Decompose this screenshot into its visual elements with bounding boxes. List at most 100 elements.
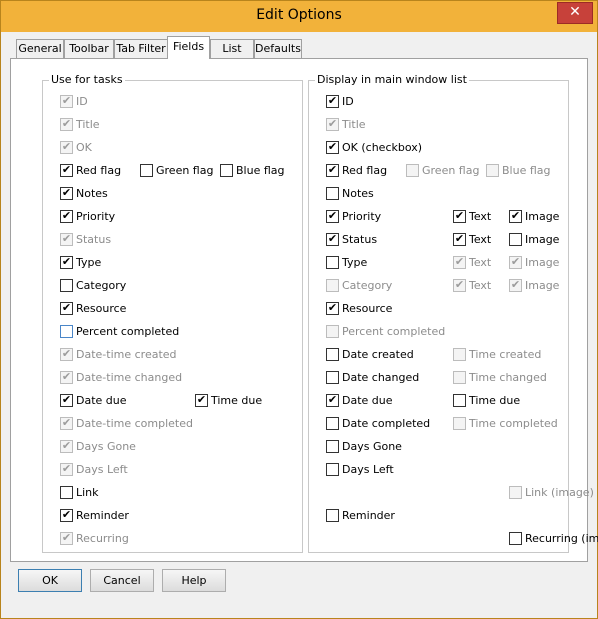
- checkmark-icon: ✔: [454, 255, 465, 268]
- checkbox-box[interactable]: ✔: [60, 209, 73, 223]
- checkbox-label: Type: [76, 256, 102, 269]
- checkbox-box[interactable]: ✔: [326, 301, 339, 315]
- checkbox-box[interactable]: [326, 463, 339, 476]
- checkbox-label: Resource: [342, 302, 393, 315]
- checkbox-box[interactable]: ✔: [60, 508, 73, 522]
- checkbox-box[interactable]: ✔: [453, 209, 466, 223]
- checkmark-icon: ✔: [510, 209, 521, 222]
- checkbox-box: ✔: [60, 462, 73, 476]
- checkbox-box[interactable]: [509, 233, 522, 246]
- checkbox-box: [326, 325, 339, 338]
- tab-defaults[interactable]: Defaults: [254, 39, 302, 58]
- checkbox-box: ✔: [60, 531, 73, 545]
- checkbox-label: Notes: [342, 187, 374, 200]
- checkbox-box[interactable]: [60, 279, 73, 292]
- checkbox-label: Days Gone: [342, 440, 402, 453]
- checkbox-box[interactable]: ✔: [60, 186, 73, 200]
- checkbox-label: Text: [469, 279, 492, 292]
- checkbox-box[interactable]: ✔: [60, 393, 73, 407]
- checkbox-box[interactable]: ✔: [60, 301, 73, 315]
- checkbox-box[interactable]: [326, 509, 339, 522]
- checkbox-box: [453, 348, 466, 361]
- checkbox-box[interactable]: ✔: [326, 393, 339, 407]
- checkbox-box[interactable]: [220, 164, 233, 177]
- checkbox-label: Date due: [342, 394, 393, 407]
- checkbox-label: Notes: [76, 187, 108, 200]
- checkbox-label: OK (checkbox): [342, 141, 423, 154]
- cancel-button[interactable]: Cancel: [90, 569, 154, 592]
- checkbox-label: Percent completed: [76, 325, 180, 338]
- checkmark-icon: ✔: [454, 209, 465, 222]
- checkbox-box[interactable]: ✔: [453, 232, 466, 246]
- checkbox-box[interactable]: [326, 348, 339, 361]
- checkbox-box: ✔: [60, 370, 73, 384]
- checkbox-box[interactable]: ✔: [326, 94, 339, 108]
- checkbox-box[interactable]: [140, 164, 153, 177]
- checkbox-label: ID: [342, 95, 354, 108]
- checkbox-box[interactable]: [326, 417, 339, 430]
- checkbox-label: Type: [342, 256, 368, 269]
- checkbox-box: ✔: [60, 347, 73, 361]
- checkbox-label: Green flag: [422, 164, 480, 177]
- checkbox-box[interactable]: [60, 325, 73, 338]
- checkbox-box[interactable]: ✔: [60, 163, 73, 177]
- checkmark-icon: ✔: [61, 301, 72, 314]
- tab-general[interactable]: General: [16, 39, 64, 58]
- checkmark-icon: ✔: [61, 416, 72, 429]
- checkbox-label: Link: [76, 486, 99, 499]
- checkbox-box: ✔: [326, 117, 339, 131]
- checkbox-box: [406, 164, 419, 177]
- checkmark-icon: ✔: [61, 163, 72, 176]
- checkbox-box[interactable]: [326, 256, 339, 269]
- checkbox-box[interactable]: [326, 187, 339, 200]
- close-icon[interactable]: ✕: [557, 2, 593, 24]
- checkbox-label: ID: [76, 95, 88, 108]
- checkbox-box[interactable]: ✔: [195, 393, 208, 407]
- title-bar: Edit Options ✕: [1, 1, 597, 32]
- checkbox-box[interactable]: ✔: [326, 140, 339, 154]
- edit-options-window: Edit Options ✕ General Toolbar Tab Filte…: [0, 0, 598, 619]
- checkbox-box: [453, 371, 466, 384]
- checkbox-box: ✔: [453, 278, 466, 292]
- checkbox-box[interactable]: ✔: [326, 163, 339, 177]
- checkbox-box[interactable]: [326, 440, 339, 453]
- checkbox-box[interactable]: ✔: [60, 255, 73, 269]
- checkbox-box: [453, 417, 466, 430]
- checkbox-box: ✔: [60, 416, 73, 430]
- help-button[interactable]: Help: [162, 569, 226, 592]
- checkbox-box[interactable]: [326, 371, 339, 384]
- checkbox-label: Days Left: [76, 463, 128, 476]
- checkbox-box[interactable]: [509, 532, 522, 545]
- checkbox-box[interactable]: ✔: [326, 232, 339, 246]
- checkmark-icon: ✔: [61, 94, 72, 107]
- checkbox-label: Blue flag: [502, 164, 551, 177]
- checkbox-label: Image: [525, 233, 560, 246]
- checkbox-label: Image: [525, 279, 560, 292]
- checkbox-label: Image: [525, 256, 560, 269]
- checkbox-label: Title: [76, 118, 100, 131]
- checkbox-label: Red flag: [342, 164, 388, 177]
- checkbox-label: Text: [469, 233, 492, 246]
- checkbox-label: Date due: [76, 394, 127, 407]
- checkbox-label: Status: [342, 233, 378, 246]
- checkbox-label: Recurring (image): [525, 532, 598, 545]
- checkmark-icon: ✔: [327, 209, 338, 222]
- checkmark-icon: ✔: [327, 117, 338, 130]
- checkbox-label: Title: [342, 118, 366, 131]
- tab-fields[interactable]: Fields: [167, 36, 210, 59]
- tab-toolbar[interactable]: Toolbar: [64, 39, 114, 58]
- checkbox-box[interactable]: ✔: [326, 209, 339, 223]
- display-in-main-window-group: Display in main window list ✔ ID ✔ Title ✔ OK…: [308, 73, 598, 553]
- checkbox-box: ✔: [509, 278, 522, 292]
- checkbox-label: Reminder: [342, 509, 395, 522]
- checkbox-box: [509, 486, 522, 499]
- checkbox-box[interactable]: [60, 486, 73, 499]
- checkbox-box: [326, 279, 339, 292]
- checkbox-box[interactable]: [453, 394, 466, 407]
- checkbox-label: Category: [342, 279, 393, 292]
- checkbox-box[interactable]: ✔: [509, 209, 522, 223]
- tab-tab-filter[interactable]: Tab Filter: [114, 39, 168, 58]
- fields-tab-panel: Use for tasks ✔ ID ✔ Title ✔ OK ✔ Red flag Green…: [10, 58, 598, 562]
- tab-list[interactable]: List: [210, 39, 254, 58]
- ok-button[interactable]: OK: [18, 569, 82, 592]
